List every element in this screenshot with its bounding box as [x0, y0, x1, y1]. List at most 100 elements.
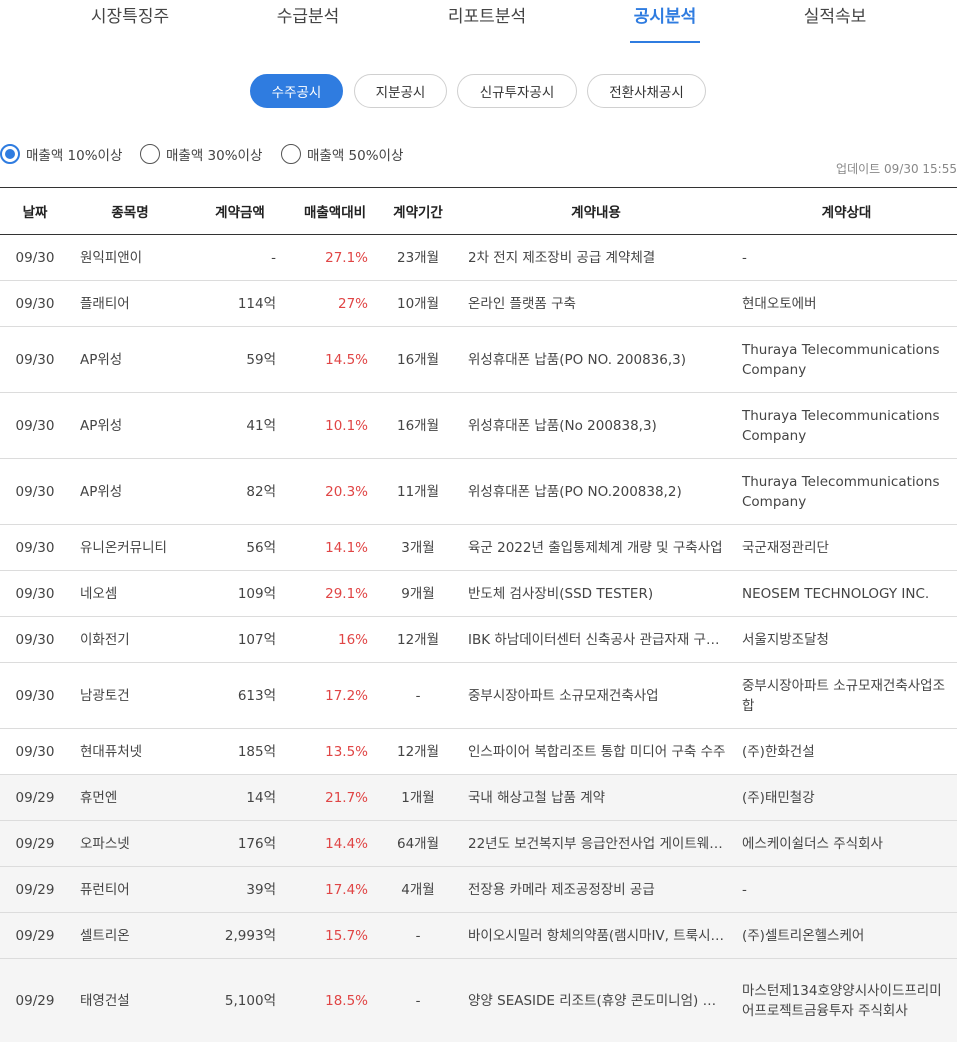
table-row[interactable]: 09/30 AP위성 41억 10.1% 16개월 위성휴대폰 납품(No 200838,…: [0, 392, 957, 459]
contract-content-cell[interactable]: 바이오시밀러 항체의약품(램시마IV, 트룩시마, ...: [456, 912, 736, 959]
contract-amount-cell: 114억: [190, 280, 290, 327]
counterparty-cell: Thuraya Telecommunications Company: [736, 458, 957, 525]
tab-earnings-flash[interactable]: 실적속보: [804, 2, 867, 27]
stock-name-cell[interactable]: 유니온커뮤니티: [70, 524, 190, 571]
contract-content-cell[interactable]: 반도체 검사장비(SSD TESTER): [456, 570, 736, 617]
table-row[interactable]: 09/29 퓨런티어 39억 17.4% 4개월 전장용 카메라 제조공정장비 공급 -: [0, 866, 957, 913]
contract-content-cell[interactable]: 위성휴대폰 납품(PO NO. 200836,3): [456, 326, 736, 393]
contract-content-cell[interactable]: 온라인 플랫폼 구축: [456, 280, 736, 327]
header-stock-name: 종목명: [111, 205, 149, 221]
sub-tab-order-disclosure[interactable]: 수주공시: [250, 74, 343, 108]
contract-period-cell: 12개월: [380, 616, 456, 663]
header-contract-content: 계약내용: [571, 205, 621, 221]
table-row[interactable]: 09/29 셀트리온 2,993억 15.7% - 바이오시밀러 항체의약품(램시마IV,…: [0, 912, 957, 959]
stock-name-cell[interactable]: 플래티어: [70, 280, 190, 327]
header-date: 날짜: [22, 205, 48, 221]
table-row[interactable]: 09/30 이화전기 107억 16% 12개월 IBK 하남데이터센터 신축공사 관급자…: [0, 616, 957, 663]
date-cell: 09/29: [0, 912, 70, 959]
date-cell: 09/30: [0, 280, 70, 327]
table-row[interactable]: 09/29 오파스넷 176억 14.4% 64개월 22년도 보건복지부 응급안전사업 …: [0, 820, 957, 867]
table-body: 09/30 원익피앤이 -27.1% 23개월 2차 전지 제조장비 공급 계약체결 -0…: [0, 234, 957, 1042]
stock-name-cell[interactable]: AP위성: [70, 458, 190, 525]
stock-name-cell[interactable]: 네오셈: [70, 570, 190, 617]
contract-content-cell[interactable]: 위성휴대폰 납품(No 200838,3): [456, 392, 736, 459]
contract-amount-cell: 185억: [190, 728, 290, 775]
tab-market-features[interactable]: 시장특징주: [91, 2, 169, 27]
date-cell: 09/30: [0, 234, 70, 281]
contract-content-cell[interactable]: 22년도 보건복지부 응급안전사업 게이트웨이 ...: [456, 820, 736, 867]
disclosure-table: 날짜 종목명 계약금액 매출액대비 계약기간 계약내용 계약상대 09/30 원익…: [0, 187, 957, 1042]
table-row[interactable]: 09/30 원익피앤이 -27.1% 23개월 2차 전지 제조장비 공급 계약체결 -: [0, 234, 957, 281]
counterparty-cell: NEOSEM TECHNOLOGY INC.: [736, 570, 957, 617]
radio-unchecked-icon[interactable]: [281, 144, 301, 164]
table-row[interactable]: 09/29 태영건설 5,100억 18.5% - 양양 SEASIDE 리조트(휴양 콘…: [0, 958, 957, 1042]
stock-name-cell[interactable]: 퓨런티어: [70, 866, 190, 913]
contract-period-cell: 16개월: [380, 326, 456, 393]
tab-report-analysis[interactable]: 리포트분석: [448, 2, 526, 27]
revenue-ratio-cell: 14.4%: [290, 820, 380, 867]
stock-name-cell[interactable]: 셀트리온: [70, 912, 190, 959]
stock-name-cell[interactable]: 태영건설: [70, 958, 190, 1042]
table-row[interactable]: 09/30 유니온커뮤니티 56억 14.1% 3개월 육군 2022년 출입통제체계 개…: [0, 524, 957, 571]
tab-supply-demand[interactable]: 수급분석: [277, 2, 340, 27]
revenue-ratio-cell: 27%: [290, 280, 380, 327]
contract-content-cell[interactable]: 중부시장아파트 소규모재건축사업: [456, 662, 736, 729]
table-row[interactable]: 09/30 플래티어 114억 27% 10개월 온라인 플랫폼 구축 현대오토에버: [0, 280, 957, 327]
sub-tab-stake-disclosure[interactable]: 지분공시: [354, 74, 447, 108]
stock-name-cell[interactable]: 이화전기: [70, 616, 190, 663]
contract-period-cell: 23개월: [380, 234, 456, 281]
contract-amount-cell: 109억: [190, 570, 290, 617]
revenue-ratio-cell: 16%: [290, 616, 380, 663]
stock-name-cell[interactable]: 남광토건: [70, 662, 190, 729]
contract-amount-cell: 613억: [190, 662, 290, 729]
contract-content-cell[interactable]: 2차 전지 제조장비 공급 계약체결: [456, 234, 736, 281]
filter-revenue-30[interactable]: 매출액 30%이상: [140, 144, 262, 164]
contract-amount-cell: -: [190, 234, 290, 281]
stock-name-cell[interactable]: AP위성: [70, 392, 190, 459]
date-cell: 09/30: [0, 570, 70, 617]
contract-content-cell[interactable]: 육군 2022년 출입통제체계 개량 및 구축사업: [456, 524, 736, 571]
date-cell: 09/30: [0, 616, 70, 663]
counterparty-cell: Thuraya Telecommunications Company: [736, 392, 957, 459]
date-cell: 09/30: [0, 458, 70, 525]
contract-period-cell: 1개월: [380, 774, 456, 821]
contract-content-cell[interactable]: IBK 하남데이터센터 신축공사 관급자재 구매 (...: [456, 616, 736, 663]
contract-period-cell: 12개월: [380, 728, 456, 775]
filter-revenue-50[interactable]: 매출액 50%이상: [281, 144, 403, 164]
stock-name-cell[interactable]: 원익피앤이: [70, 234, 190, 281]
contract-period-cell: 16개월: [380, 392, 456, 459]
counterparty-cell: 국군재정관리단: [736, 524, 957, 571]
contract-content-cell[interactable]: 전장용 카메라 제조공정장비 공급: [456, 866, 736, 913]
table-row[interactable]: 09/29 휴먼엔 14억 21.7% 1개월 국내 해상고철 납품 계약 (주)태민철강: [0, 774, 957, 821]
table-row[interactable]: 09/30 현대퓨처넷 185억 13.5% 12개월 인스파이어 복합리조트 통합 미디…: [0, 728, 957, 775]
table-row[interactable]: 09/30 AP위성 82억 20.3% 11개월 위성휴대폰 납품(PO NO.2008…: [0, 458, 957, 525]
contract-content-cell[interactable]: 인스파이어 복합리조트 통합 미디어 구축 수주: [456, 728, 736, 775]
counterparty-cell: 현대오토에버: [736, 280, 957, 327]
contract-period-cell: 10개월: [380, 280, 456, 327]
contract-amount-cell: 56억: [190, 524, 290, 571]
contract-content-cell[interactable]: 위성휴대폰 납품(PO NO.200838,2): [456, 458, 736, 525]
table-row[interactable]: 09/30 AP위성 59억 14.5% 16개월 위성휴대폰 납품(PO NO. 200…: [0, 326, 957, 393]
table-row[interactable]: 09/30 네오셈 109억 29.1% 9개월 반도체 검사장비(SSD TESTER)…: [0, 570, 957, 617]
sub-tab-new-investment[interactable]: 신규투자공시: [457, 74, 577, 108]
stock-name-cell[interactable]: AP위성: [70, 326, 190, 393]
stock-name-cell[interactable]: 오파스넷: [70, 820, 190, 867]
table-header: 날짜 종목명 계약금액 매출액대비 계약기간 계약내용 계약상대: [0, 187, 957, 235]
filter-revenue-10[interactable]: 매출액 10%이상: [0, 144, 122, 164]
contract-period-cell: -: [380, 662, 456, 729]
table-row[interactable]: 09/30 남광토건 613억 17.2% - 중부시장아파트 소규모재건축사업 중부시장아…: [0, 662, 957, 729]
radio-unchecked-icon[interactable]: [140, 144, 160, 164]
counterparty-cell: 중부시장아파트 소규모재건축사업조합: [736, 662, 957, 729]
contract-period-cell: 9개월: [380, 570, 456, 617]
contract-content-cell[interactable]: 양양 SEASIDE 리조트(휴양 콘도미니엄) 신축...: [456, 958, 736, 1042]
stock-name-cell[interactable]: 휴먼엔: [70, 774, 190, 821]
stock-name-cell[interactable]: 현대퓨처넷: [70, 728, 190, 775]
contract-period-cell: -: [380, 958, 456, 1042]
contract-content-cell[interactable]: 국내 해상고철 납품 계약: [456, 774, 736, 821]
counterparty-cell: -: [736, 866, 957, 913]
radio-checked-icon[interactable]: [0, 144, 20, 164]
contract-period-cell: -: [380, 912, 456, 959]
tab-disclosure-analysis[interactable]: 공시분석: [634, 2, 697, 27]
counterparty-cell: (주)태민철강: [736, 774, 957, 821]
sub-tab-convertible-bond[interactable]: 전환사채공시: [587, 74, 706, 108]
